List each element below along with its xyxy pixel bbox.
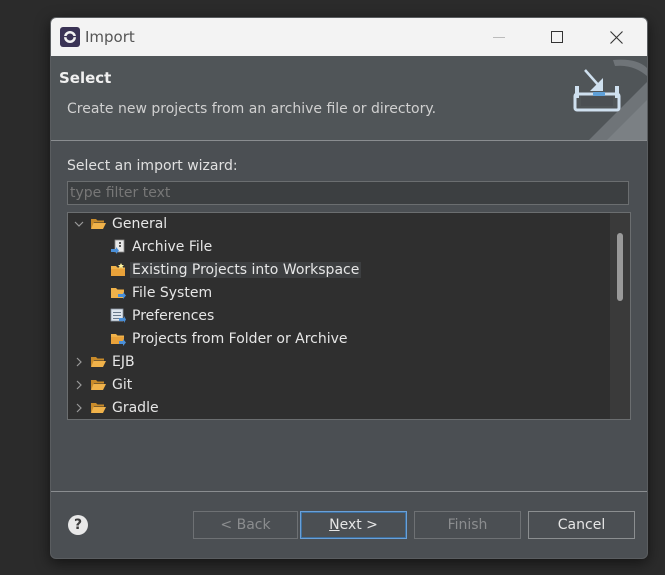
minimize-icon bbox=[493, 37, 505, 38]
tree-item-gradle[interactable]: Gradle bbox=[72, 397, 161, 419]
chevron-right-icon[interactable] bbox=[72, 401, 86, 415]
import-wizard-banner-icon bbox=[573, 59, 647, 140]
tree-item-label: Git bbox=[112, 377, 133, 393]
chevron-right-icon[interactable] bbox=[72, 378, 86, 392]
preferences-icon bbox=[110, 308, 126, 323]
projects-folder-icon bbox=[111, 334, 126, 346]
eclipse-app-icon bbox=[60, 27, 80, 47]
folder-icon bbox=[91, 403, 106, 413]
folder-open-icon bbox=[91, 219, 106, 229]
tree-scrollbar[interactable] bbox=[610, 213, 630, 419]
close-button[interactable] bbox=[588, 18, 644, 56]
tree-item-archive-file[interactable]: Archive File bbox=[110, 236, 214, 258]
chevron-right-icon[interactable] bbox=[72, 355, 86, 369]
file-system-icon bbox=[111, 288, 126, 299]
page-title: Select bbox=[59, 69, 112, 87]
finish-button[interactable]: Finish bbox=[414, 511, 521, 539]
wizard-select-label: Select an import wizard: bbox=[67, 158, 238, 174]
tree-item-ejb[interactable]: EJB bbox=[72, 351, 137, 373]
maximize-icon bbox=[551, 31, 563, 43]
window-title: Import bbox=[85, 28, 135, 46]
tree-item-git[interactable]: Git bbox=[72, 374, 134, 396]
next-button[interactable]: Next > bbox=[300, 511, 407, 539]
import-dialog: Import Select Create new projects from a… bbox=[50, 17, 648, 559]
cancel-button[interactable]: Cancel bbox=[528, 511, 635, 539]
tree-item-label: Preferences bbox=[132, 308, 215, 324]
folder-icon bbox=[91, 357, 106, 367]
tree-item-preferences[interactable]: Preferences bbox=[110, 305, 216, 327]
wizard-header: Select Create new projects from an archi… bbox=[51, 56, 647, 140]
tree-item-label: Archive File bbox=[132, 239, 213, 255]
chevron-down-icon[interactable] bbox=[72, 217, 86, 231]
page-description: Create new projects from an archive file… bbox=[67, 101, 437, 117]
tree-item-label: General bbox=[112, 216, 168, 232]
tree-item-general[interactable]: General bbox=[72, 213, 169, 235]
tree-item-label: Gradle bbox=[112, 400, 159, 416]
next-label: ext > bbox=[339, 517, 378, 533]
wizard-tree[interactable]: General Archive File Existing Projects i… bbox=[67, 212, 631, 420]
footer-separator bbox=[51, 491, 647, 492]
tree-item-file-system[interactable]: File System bbox=[110, 282, 214, 304]
existing-projects-icon bbox=[111, 263, 125, 276]
tree-item-label: EJB bbox=[112, 354, 135, 370]
tree-item-existing-projects[interactable]: Existing Projects into Workspace bbox=[110, 259, 362, 281]
folder-icon bbox=[91, 380, 106, 390]
maximize-button[interactable] bbox=[529, 18, 585, 56]
back-button[interactable]: < Back bbox=[193, 511, 298, 539]
tree-item-label: Projects from Folder or Archive bbox=[132, 331, 348, 347]
archive-file-icon bbox=[111, 239, 125, 254]
close-icon bbox=[609, 30, 623, 44]
next-mnemonic: N bbox=[329, 517, 340, 533]
header-separator bbox=[51, 140, 647, 141]
scrollbar-thumb[interactable] bbox=[617, 233, 623, 301]
minimize-button[interactable] bbox=[471, 18, 527, 56]
tree-item-label: File System bbox=[132, 285, 213, 301]
title-bar[interactable]: Import bbox=[51, 18, 647, 56]
filter-input[interactable] bbox=[67, 181, 629, 205]
help-icon[interactable]: ? bbox=[68, 515, 88, 535]
tree-item-projects-from-folder[interactable]: Projects from Folder or Archive bbox=[110, 328, 350, 350]
tree-item-label: Existing Projects into Workspace bbox=[130, 262, 362, 278]
